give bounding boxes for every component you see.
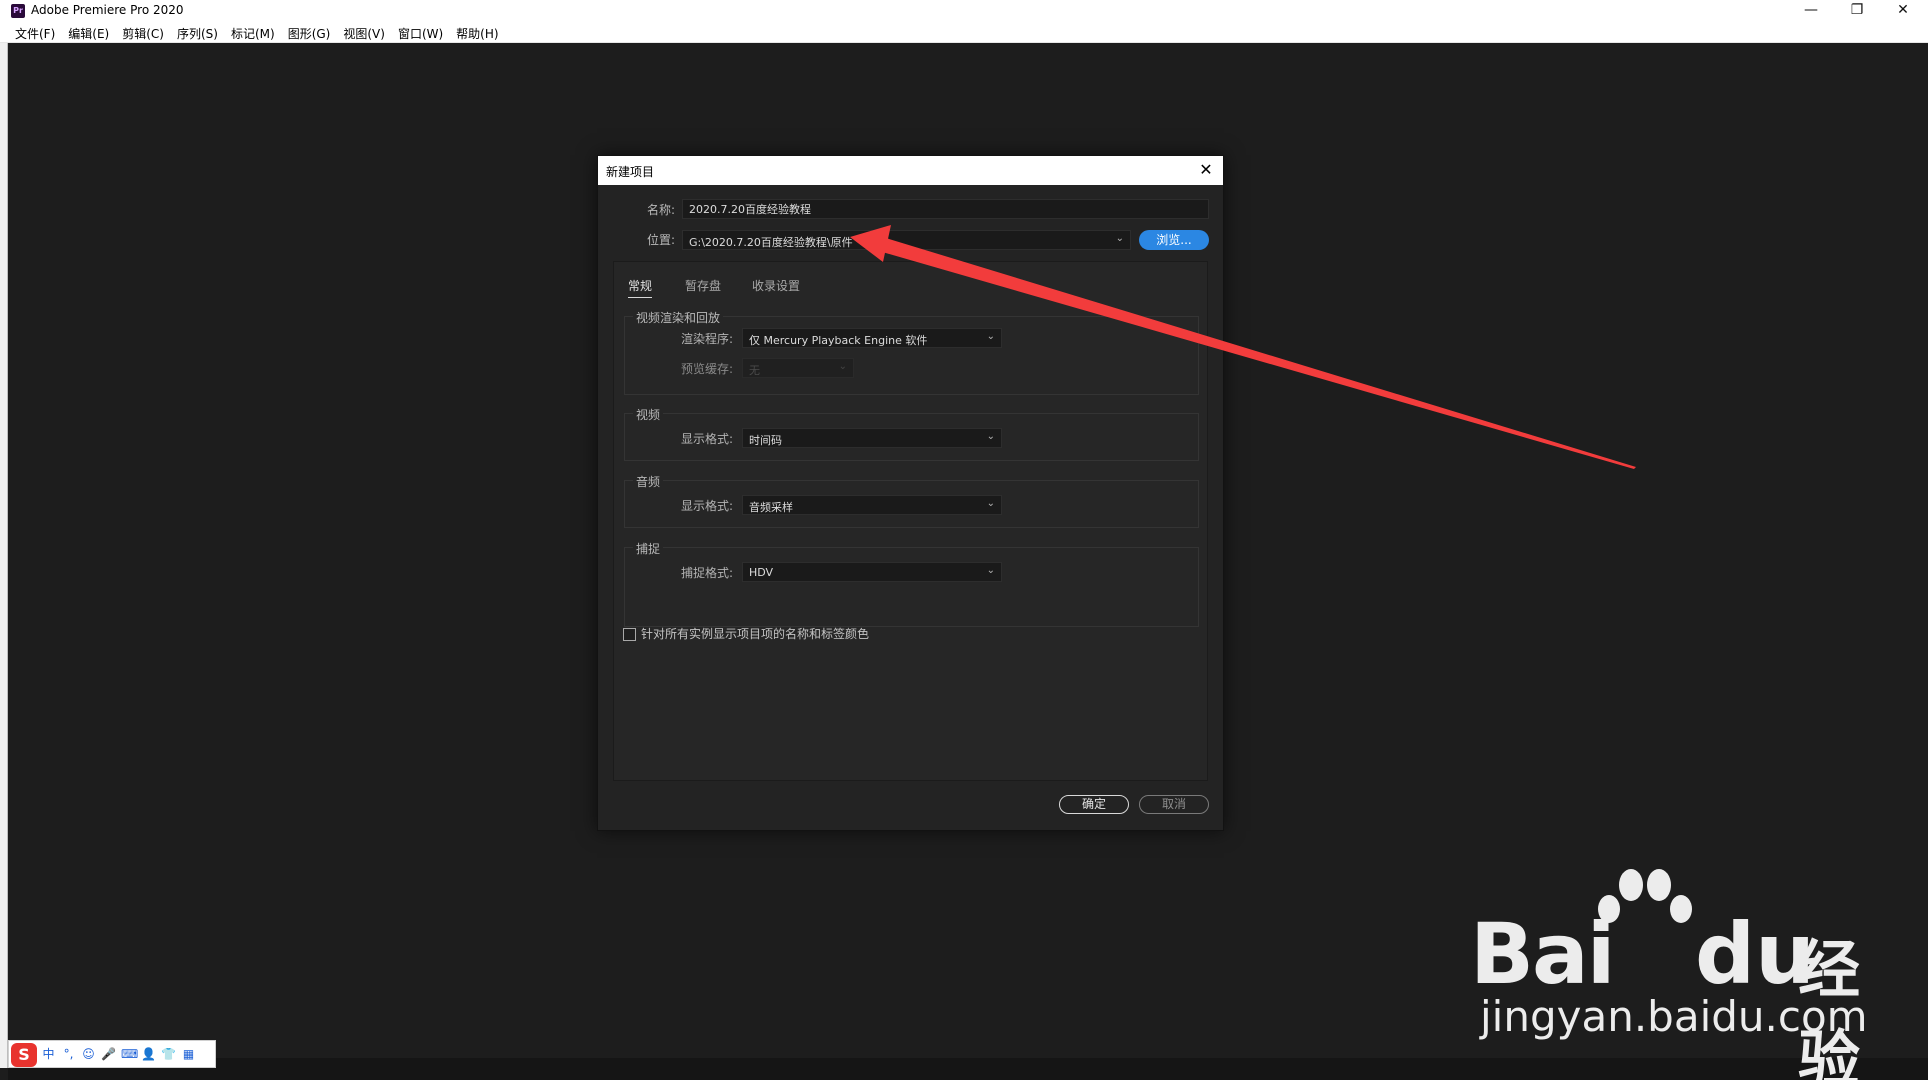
chevron-down-icon: ⌄ — [838, 361, 847, 372]
preview-cache-select: 无 ⌄ — [742, 358, 854, 378]
new-project-dialog: 新建项目 ✕ 名称: 位置: G:\2020.7.20百度经验教程\原件 ⌄ 浏… — [597, 155, 1224, 831]
chevron-down-icon: ⌄ — [1115, 233, 1124, 244]
preview-cache-label: 预览缓存: — [680, 362, 733, 376]
baidu-jingyan-watermark: Bai du 经验 jingyan.baidu.com — [1470, 865, 1890, 1080]
watermark-url: jingyan.baidu.com — [1480, 992, 1868, 1041]
dialog-title-bar: 新建项目 ✕ — [598, 156, 1223, 185]
punctuation-icon[interactable]: °, — [61, 1046, 76, 1062]
audio-group: 音频 显示格式: 音频采样 ⌄ — [624, 473, 1199, 528]
location-select[interactable]: G:\2020.7.20百度经验教程\原件 ⌄ — [682, 230, 1131, 250]
capture-format-label: 捕捉格式: — [680, 566, 733, 580]
video-title: 视频 — [633, 406, 664, 423]
menu-sequence[interactable]: 序列(S) — [176, 24, 219, 43]
chevron-down-icon: ⌄ — [986, 498, 995, 509]
settings-panel: 常规 暂存盘 收录设置 视频渲染和回放 渲染程序: 仅 Mercury Play… — [613, 261, 1208, 781]
chevron-down-icon: ⌄ — [986, 331, 995, 342]
cancel-button[interactable]: 取消 — [1139, 795, 1209, 814]
menu-view[interactable]: 视图(V) — [342, 24, 386, 43]
bottom-status-strip — [8, 1058, 1928, 1080]
renderer-select[interactable]: 仅 Mercury Playback Engine 软件 ⌄ — [742, 328, 1002, 348]
premiere-app-icon: Pr — [11, 4, 25, 18]
video-render-group: 视频渲染和回放 渲染程序: 仅 Mercury Playback Engine … — [624, 309, 1199, 395]
left-edge-strip — [0, 43, 8, 1068]
chevron-down-icon: ⌄ — [986, 565, 995, 576]
renderer-value: 仅 Mercury Playback Engine 软件 — [749, 334, 928, 347]
audio-title: 音频 — [633, 473, 664, 490]
minimize-button[interactable]: — — [1788, 0, 1834, 22]
menu-edit[interactable]: 编辑(E) — [67, 24, 110, 43]
browse-button[interactable]: 浏览... — [1139, 230, 1209, 250]
menu-help[interactable]: 帮助(H) — [455, 24, 499, 43]
menu-markers[interactable]: 标记(M) — [230, 24, 276, 43]
sogou-logo-icon[interactable]: S — [11, 1043, 37, 1067]
watermark-brand-mid: du — [1695, 905, 1815, 1003]
ok-button[interactable]: 确定 — [1059, 795, 1129, 814]
keyboard-icon[interactable]: ⌨ — [121, 1046, 138, 1062]
capture-group: 捕捉 捕捉格式: HDV ⌄ — [624, 540, 1199, 627]
menu-window[interactable]: 窗口(W) — [397, 24, 444, 43]
tab-ingest-settings[interactable]: 收录设置 — [752, 277, 800, 297]
label-color-checkbox-label[interactable]: 针对所有实例显示项目项的名称和标签颜色 — [641, 625, 869, 642]
microphone-icon[interactable]: 🎤 — [101, 1046, 116, 1062]
toolbox-icon[interactable]: ▦ — [181, 1046, 196, 1062]
video-display-format-select[interactable]: 时间码 ⌄ — [742, 428, 1002, 448]
window-title: Adobe Premiere Pro 2020 — [31, 3, 184, 17]
watermark-brand-left: Bai — [1470, 905, 1616, 1003]
menu-bar: 文件(F) 编辑(E) 剪辑(C) 序列(S) 标记(M) 图形(G) 视图(V… — [0, 22, 1928, 43]
restore-button[interactable]: ❐ — [1834, 0, 1880, 22]
ime-toolbar: S 中 °, ☺ 🎤 ⌨ 👤 👕 ▦ — [8, 1040, 216, 1068]
location-label: 位置: — [646, 233, 675, 247]
menu-items: 文件(F) 编辑(E) 剪辑(C) 序列(S) 标记(M) 图形(G) 视图(V… — [14, 24, 500, 43]
video-display-format-label: 显示格式: — [680, 432, 733, 446]
menu-graphics[interactable]: 图形(G) — [287, 24, 332, 43]
emoji-icon[interactable]: ☺ — [81, 1046, 96, 1062]
chinese-mode-icon[interactable]: 中 — [41, 1046, 56, 1062]
location-value: G:\2020.7.20百度经验教程\原件 — [689, 236, 853, 249]
ime-items: 中 °, ☺ 🎤 ⌨ 👤 👕 ▦ — [41, 1046, 196, 1062]
capture-format-select[interactable]: HDV ⌄ — [742, 562, 1002, 582]
capture-format-value: HDV — [749, 566, 774, 579]
close-button[interactable]: ✕ — [1880, 0, 1926, 22]
project-name-input[interactable] — [682, 199, 1209, 219]
label-color-checkbox[interactable] — [623, 628, 636, 641]
name-label: 名称: — [646, 203, 675, 217]
preview-cache-value: 无 — [749, 364, 760, 377]
video-display-format-value: 时间码 — [749, 434, 782, 447]
audio-display-format-value: 音频采样 — [749, 501, 793, 514]
audio-display-format-label: 显示格式: — [680, 499, 733, 513]
menu-file[interactable]: 文件(F) — [14, 24, 56, 43]
video-render-title: 视频渲染和回放 — [633, 309, 724, 326]
user-icon[interactable]: 👤 — [141, 1046, 156, 1062]
renderer-label: 渲染程序: — [680, 332, 733, 346]
tab-general[interactable]: 常规 — [628, 277, 653, 298]
video-group: 视频 显示格式: 时间码 ⌄ — [624, 406, 1199, 461]
tab-scratch-disks[interactable]: 暂存盘 — [685, 277, 721, 297]
skin-icon[interactable]: 👕 — [161, 1046, 176, 1062]
audio-display-format-select[interactable]: 音频采样 ⌄ — [742, 495, 1002, 515]
dialog-close-icon[interactable]: ✕ — [1195, 159, 1217, 181]
chevron-down-icon: ⌄ — [986, 431, 995, 442]
app-title-bar: Pr Adobe Premiere Pro 2020 — ❐ ✕ — [0, 0, 1928, 22]
capture-title: 捕捉 — [633, 540, 664, 557]
dialog-title: 新建项目 — [606, 165, 655, 179]
menu-clip[interactable]: 剪辑(C) — [121, 24, 165, 43]
